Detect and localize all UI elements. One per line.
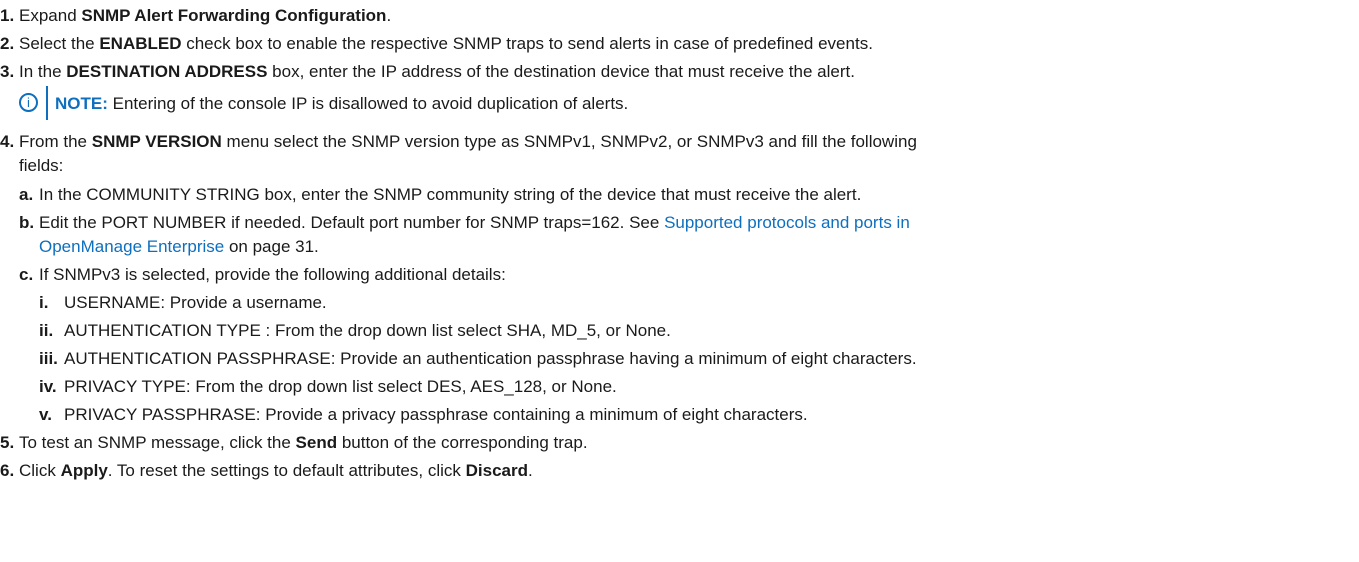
step-text: fields:: [19, 156, 64, 175]
ui-term: Discard: [465, 461, 528, 480]
step-text: Click Apply. To reset the settings to de…: [19, 461, 533, 480]
step-text: In the DESTINATION ADDRESS box, enter th…: [19, 62, 855, 81]
step-text: If SNMPv3 is selected, provide the follo…: [39, 265, 506, 284]
note-callout: i NOTE: Entering of the console IP is di…: [0, 86, 1353, 120]
note-divider: [46, 86, 48, 120]
step-number: b.: [19, 213, 35, 232]
step-number: iii.: [39, 349, 58, 368]
note-text: NOTE: Entering of the console IP is disa…: [55, 94, 629, 113]
ui-term: Send: [295, 433, 338, 452]
step-number: c.: [19, 265, 34, 284]
step-text: To test an SNMP message, click the Send …: [19, 433, 588, 452]
ui-term: ENABLED: [99, 34, 182, 53]
step-number: 5.: [0, 433, 15, 452]
step-number: a.: [19, 185, 34, 204]
step-number: 3.: [0, 62, 15, 81]
step-text: AUTHENTICATION TYPE : From the drop down…: [64, 321, 671, 340]
step-text: AUTHENTICATION PASSPHRASE: Provide an au…: [64, 349, 917, 368]
step-text: PRIVACY PASSPHRASE: Provide a privacy pa…: [64, 405, 808, 424]
step-text: OpenManage Enterprise on page 31.: [39, 237, 319, 256]
step-number: 6.: [0, 461, 15, 480]
step-text: USERNAME: Provide a username.: [64, 293, 327, 312]
ui-term: DESTINATION ADDRESS: [66, 62, 268, 81]
ui-term: SNMP VERSION: [91, 132, 222, 151]
step-text: Expand SNMP Alert Forwarding Configurati…: [19, 6, 392, 25]
step-text: In the COMMUNITY STRING box, enter the S…: [39, 185, 862, 204]
step-number: ii.: [39, 321, 54, 340]
step-number: 2.: [0, 34, 15, 53]
note-label: NOTE:: [55, 94, 108, 113]
step-number: 4.: [0, 132, 15, 151]
ui-term: SNMP Alert Forwarding Configuration: [81, 6, 387, 25]
step-text: From the SNMP VERSION menu select the SN…: [19, 132, 917, 151]
supported-protocols-link[interactable]: Supported protocols and ports in: [664, 213, 910, 232]
step-number: i.: [39, 293, 49, 312]
step-number: iv.: [39, 377, 57, 396]
supported-protocols-link-cont[interactable]: OpenManage Enterprise: [39, 237, 224, 256]
step-text: Edit the PORT NUMBER if needed. Default …: [39, 213, 910, 232]
ui-term: Apply: [60, 461, 108, 480]
step-number: 1.: [0, 6, 15, 25]
info-icon: i: [19, 93, 38, 112]
step-number: v.: [39, 405, 52, 424]
step-text: Select the ENABLED check box to enable t…: [19, 34, 873, 53]
step-text: PRIVACY TYPE: From the drop down list se…: [64, 377, 617, 396]
